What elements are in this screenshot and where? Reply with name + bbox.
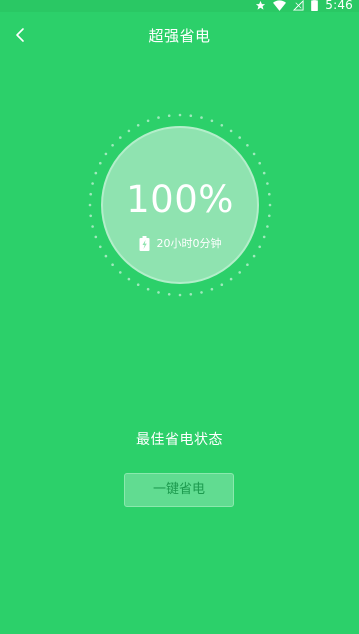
ring-dot (136, 124, 140, 127)
wifi-icon (273, 0, 287, 11)
ring-dot (136, 283, 140, 287)
ring-dot (99, 245, 102, 249)
ring-dot (91, 182, 94, 185)
ring-dot (167, 114, 171, 117)
ring-dot (91, 225, 94, 228)
ring-dot (99, 161, 102, 165)
ring-dot (94, 171, 98, 175)
ring-dot (268, 214, 271, 218)
ring-dot (246, 144, 249, 147)
ring-dot (119, 271, 122, 274)
ring-dot (89, 214, 92, 218)
ring-dot (189, 114, 193, 117)
ring-dot (268, 192, 271, 196)
ring-dot (220, 283, 224, 287)
ring-dot (246, 263, 249, 267)
one-key-save-button[interactable]: 一键省电 (124, 473, 234, 507)
page-title: 超强省电 (148, 27, 211, 45)
ring-dot (229, 277, 233, 281)
ring-dot (146, 119, 150, 123)
ring-dot (104, 152, 108, 156)
star-icon (255, 0, 266, 11)
ring-dot (200, 116, 203, 119)
ring-dot (268, 203, 272, 207)
ring-dot (210, 119, 214, 123)
ring-dot (94, 235, 98, 239)
ring-dot (104, 254, 108, 258)
ring-dot (238, 271, 241, 274)
battery-icon (311, 0, 319, 11)
ring-dot (178, 113, 182, 117)
remaining-time: 20小时0分钟 (156, 237, 222, 250)
ring-dot (262, 235, 266, 239)
ring-dot (200, 291, 203, 294)
ring-dot (178, 293, 182, 297)
ring-dot (189, 293, 193, 296)
ring-dot (252, 152, 256, 156)
ring-dot (89, 192, 92, 196)
ring-dot (220, 124, 224, 127)
ring-dot (127, 129, 131, 133)
battery-percent: 100% (126, 178, 234, 221)
ring-dot (258, 245, 262, 249)
battery-dot-ring (88, 113, 272, 297)
ring-dot (266, 225, 269, 228)
charging-battery-icon (139, 235, 149, 251)
nav-bar: 超强省电 (0, 12, 359, 58)
ring-dot (266, 182, 269, 185)
ring-dot (157, 291, 160, 294)
remaining-time-row: 20小时0分钟 (103, 235, 257, 251)
ring-dot (146, 287, 150, 291)
ring-dot (258, 161, 262, 165)
ring-dot (167, 293, 171, 296)
ring-dot (210, 287, 214, 291)
ring-dot (238, 136, 241, 139)
ring-dot (252, 254, 256, 258)
power-saving-status: 最佳省电状态 (136, 432, 223, 448)
battery-gauge: 100% 20小时0分钟 (101, 126, 259, 284)
status-bar: 5:46 (0, 0, 359, 12)
ring-dot (119, 136, 122, 139)
ring-dot (229, 129, 233, 133)
ring-dot (111, 263, 114, 267)
ring-dot (157, 116, 160, 119)
ring-dot (88, 203, 92, 207)
status-time: 5:46 (325, 0, 353, 12)
ring-dot (262, 171, 266, 175)
ring-dot (111, 144, 114, 147)
no-signal-icon (293, 0, 304, 11)
ring-dot (127, 277, 131, 281)
